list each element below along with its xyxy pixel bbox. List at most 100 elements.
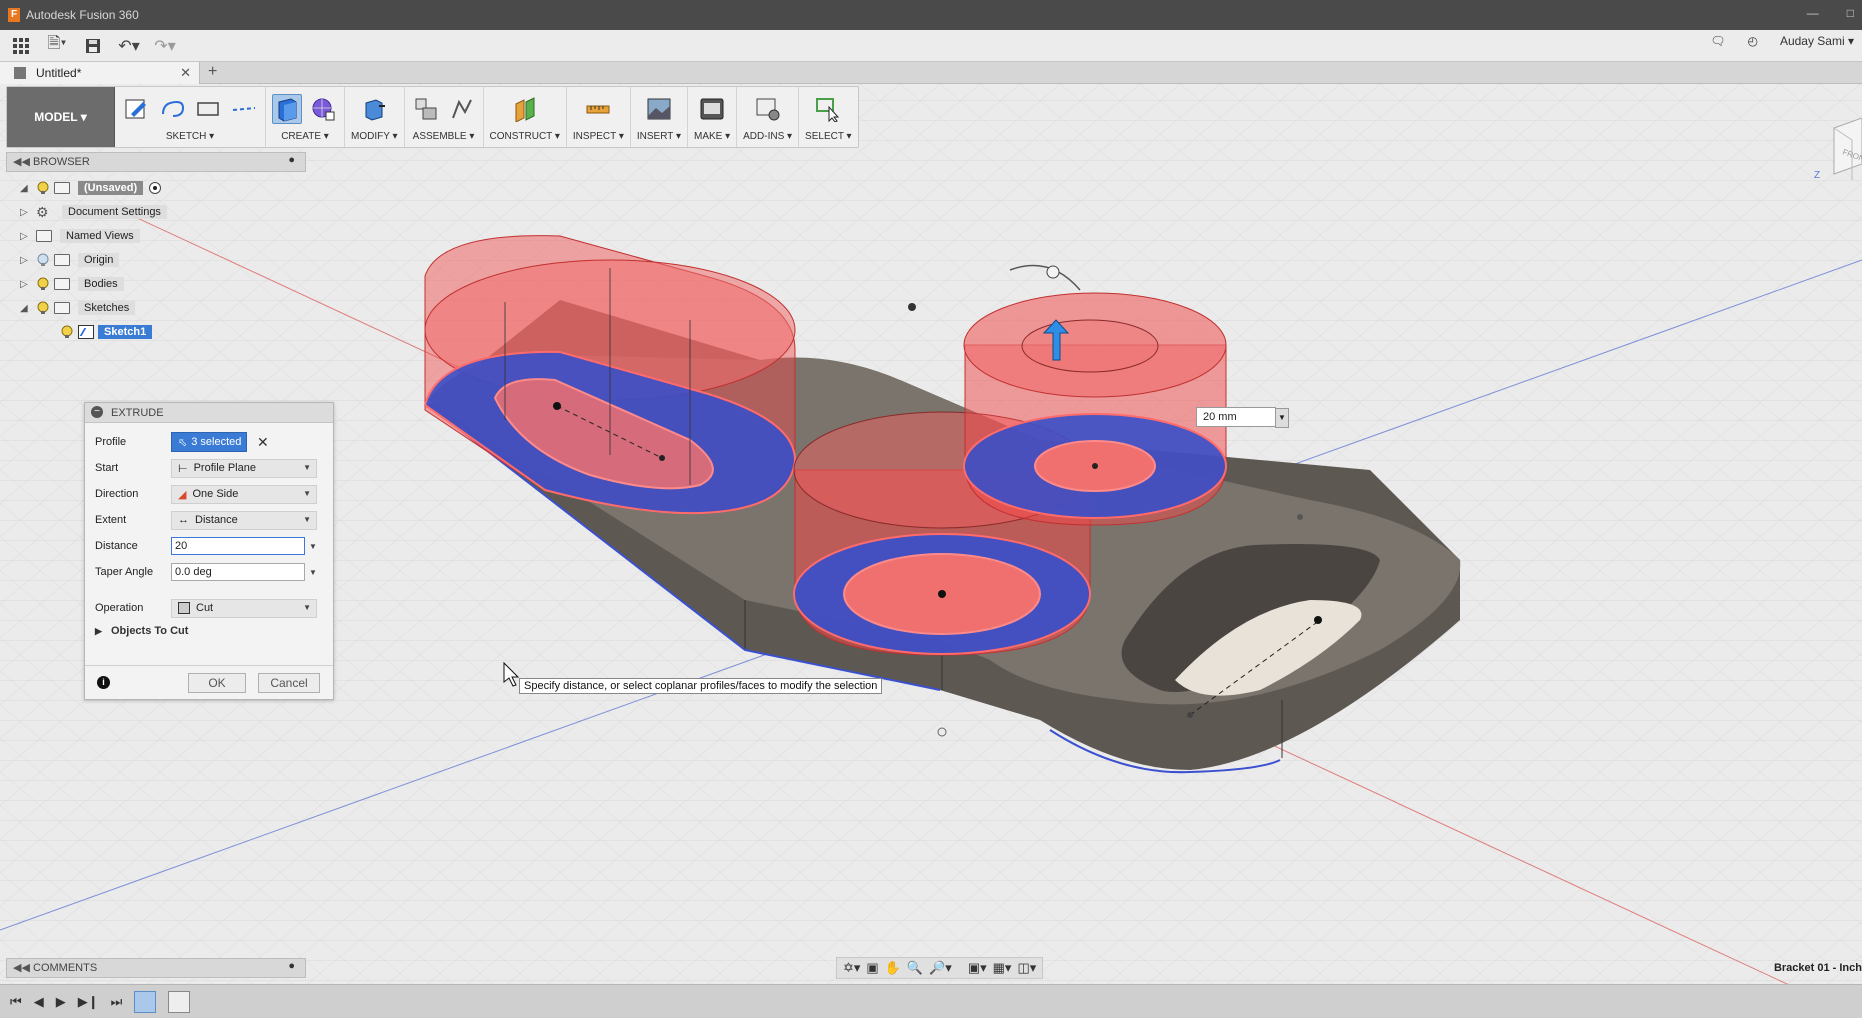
insert-image-icon[interactable] — [644, 94, 674, 124]
distance-input[interactable]: 20 — [171, 537, 305, 555]
tree-item-sketches[interactable]: ◢ Sketches — [20, 298, 136, 318]
objects-to-cut-toggle[interactable]: ▶ Objects To Cut — [95, 625, 188, 637]
visibility-bulb-icon[interactable] — [36, 181, 50, 195]
new-component-icon[interactable] — [411, 94, 441, 124]
extrude-dialog-header[interactable]: − EXTRUDE — [85, 403, 333, 423]
activate-radio-icon[interactable] — [149, 182, 162, 194]
tree-item-origin[interactable]: ▷ Origin — [20, 250, 120, 270]
tree-root[interactable]: ◢ (Unsaved) — [20, 178, 162, 198]
line-icon[interactable] — [229, 94, 259, 124]
cancel-button[interactable]: Cancel — [258, 673, 320, 693]
select-menu[interactable]: SELECT ▾ — [805, 131, 852, 142]
tree-item-sketch1[interactable]: Sketch1 — [60, 322, 153, 342]
redo-icon[interactable]: ↷▾ — [150, 33, 180, 59]
operation-dropdown[interactable]: Cut ▼ — [171, 598, 317, 618]
cut-preview-right-hole[interactable] — [963, 292, 1227, 526]
scripts-addins-icon[interactable] — [753, 94, 783, 124]
panel-minimize-icon[interactable]: ● — [288, 154, 295, 166]
expand-arrow-icon[interactable]: ▷ — [20, 207, 36, 218]
distance-heads-up-input[interactable]: 20 mm ▼ — [1196, 407, 1289, 428]
collapse-arrow-icon[interactable]: ◢ — [20, 303, 36, 314]
new-tab-button[interactable]: + — [208, 63, 217, 81]
step-back-icon[interactable]: ◀ — [34, 994, 44, 1010]
info-icon[interactable]: i — [97, 676, 110, 689]
joint-icon[interactable] — [447, 94, 477, 124]
play-icon[interactable]: ▶ — [56, 994, 66, 1010]
offset-plane-icon[interactable] — [510, 94, 540, 124]
viewcube[interactable]: FRONT Z — [1812, 117, 1862, 186]
profile-selection-button[interactable]: ⬁ 3 selected — [171, 432, 247, 452]
3d-print-icon[interactable] — [697, 94, 727, 124]
save-icon[interactable] — [78, 33, 108, 59]
create-menu[interactable]: CREATE ▾ — [281, 131, 329, 142]
collapse-panel-icon[interactable]: ◀◀ — [13, 961, 30, 974]
addins-menu[interactable]: ADD-INS ▾ — [743, 131, 792, 142]
extrude-icon[interactable] — [272, 94, 302, 124]
sketch-menu[interactable]: SKETCH ▾ — [166, 131, 214, 142]
create-sketch-icon[interactable] — [121, 94, 151, 124]
viewports-icon[interactable]: ◫▾ — [1017, 960, 1036, 976]
rectangle-icon[interactable] — [193, 94, 223, 124]
undo-icon[interactable]: ↶▾ — [114, 33, 144, 59]
maximize-icon[interactable]: □ — [1847, 6, 1854, 20]
visibility-bulb-icon[interactable] — [36, 253, 50, 267]
grid-settings-icon[interactable]: ▦▾ — [993, 960, 1012, 976]
inspect-menu[interactable]: INSPECT ▾ — [573, 131, 624, 142]
dropdown-arrow-icon[interactable]: ▼ — [1275, 408, 1289, 428]
tree-item-bodies[interactable]: ▷ Bodies — [20, 274, 124, 294]
visibility-bulb-icon[interactable] — [36, 301, 50, 315]
minimize-icon[interactable]: — — [1807, 6, 1819, 20]
arc-icon[interactable] — [157, 94, 187, 124]
go-to-start-icon[interactable]: ⏮ — [10, 994, 22, 1010]
direction-dropdown[interactable]: ◢ One Side ▼ — [171, 484, 317, 504]
angle-handle-knob[interactable] — [1046, 265, 1060, 279]
display-settings-icon[interactable]: ▣▾ — [968, 960, 987, 976]
go-to-end-icon[interactable]: ⏭ — [111, 994, 123, 1010]
browser-panel-header[interactable]: ◀◀ BROWSER ● — [6, 152, 306, 172]
timeline-extrude-feature-icon[interactable] — [168, 990, 191, 1013]
taper-dropdown-arrow-icon[interactable]: ▼ — [309, 568, 317, 577]
look-at-icon[interactable]: ▣ — [866, 960, 878, 976]
ok-button[interactable]: OK — [188, 673, 246, 693]
collapse-dialog-icon[interactable]: − — [91, 406, 103, 418]
fit-icon[interactable]: 🔎▾ — [929, 960, 952, 976]
timeline-sketch-feature-icon[interactable] — [134, 990, 157, 1013]
add-comment-icon[interactable]: ● — [288, 960, 295, 972]
close-tab-icon[interactable]: ✕ — [180, 65, 191, 81]
select-icon[interactable] — [813, 94, 843, 124]
expand-arrow-icon[interactable]: ▷ — [20, 279, 36, 290]
visibility-bulb-icon[interactable] — [60, 325, 74, 339]
measure-icon[interactable] — [583, 94, 613, 124]
zoom-icon[interactable]: 🔍 — [907, 960, 923, 976]
visibility-bulb-icon[interactable] — [36, 277, 50, 291]
extent-dropdown[interactable]: ↔ Distance ▼ — [171, 510, 317, 530]
distance-dropdown-arrow-icon[interactable]: ▼ — [309, 542, 317, 551]
insert-menu[interactable]: INSERT ▾ — [637, 131, 681, 142]
comments-panel-header[interactable]: ◀◀ COMMENTS ● — [6, 958, 306, 978]
taper-angle-input[interactable]: 0.0 deg — [171, 563, 305, 581]
make-menu[interactable]: MAKE ▾ — [694, 131, 730, 142]
job-status-icon[interactable]: ◴ — [1747, 34, 1757, 48]
press-pull-icon[interactable] — [359, 94, 389, 124]
tree-item-document-settings[interactable]: ▷ ⚙ Document Settings — [20, 202, 167, 222]
user-menu[interactable]: Auday Sami ▾ — [1780, 34, 1854, 48]
data-panel-grid-icon[interactable] — [6, 33, 36, 59]
collapse-arrow-icon[interactable]: ◢ — [20, 183, 36, 194]
start-dropdown[interactable]: ⊢ Profile Plane ▼ — [171, 458, 317, 478]
pan-icon[interactable]: ✋ — [885, 960, 901, 976]
construct-menu[interactable]: CONSTRUCT ▾ — [490, 131, 560, 142]
tree-item-named-views[interactable]: ▷ Named Views — [20, 226, 140, 246]
root-component-label[interactable]: (Unsaved) — [78, 181, 144, 195]
step-forward-icon[interactable]: ▶❙ — [78, 994, 99, 1010]
orbit-icon[interactable]: ✡▾ — [843, 960, 860, 976]
collapse-panel-icon[interactable]: ◀◀ — [13, 155, 30, 168]
expand-arrow-icon[interactable]: ▷ — [20, 231, 36, 242]
file-menu-icon[interactable]: 🗎▾ — [42, 33, 72, 59]
form-icon[interactable] — [308, 94, 338, 124]
expand-arrow-icon[interactable]: ▷ — [20, 255, 36, 266]
workspace-switcher[interactable]: MODEL ▾ — [7, 87, 115, 147]
clear-selection-icon[interactable]: ✕ — [257, 434, 269, 451]
assemble-menu[interactable]: ASSEMBLE ▾ — [413, 131, 475, 142]
notifications-icon[interactable]: 🗨 — [1710, 34, 1725, 48]
document-tab[interactable]: Untitled* ✕ — [0, 62, 200, 84]
